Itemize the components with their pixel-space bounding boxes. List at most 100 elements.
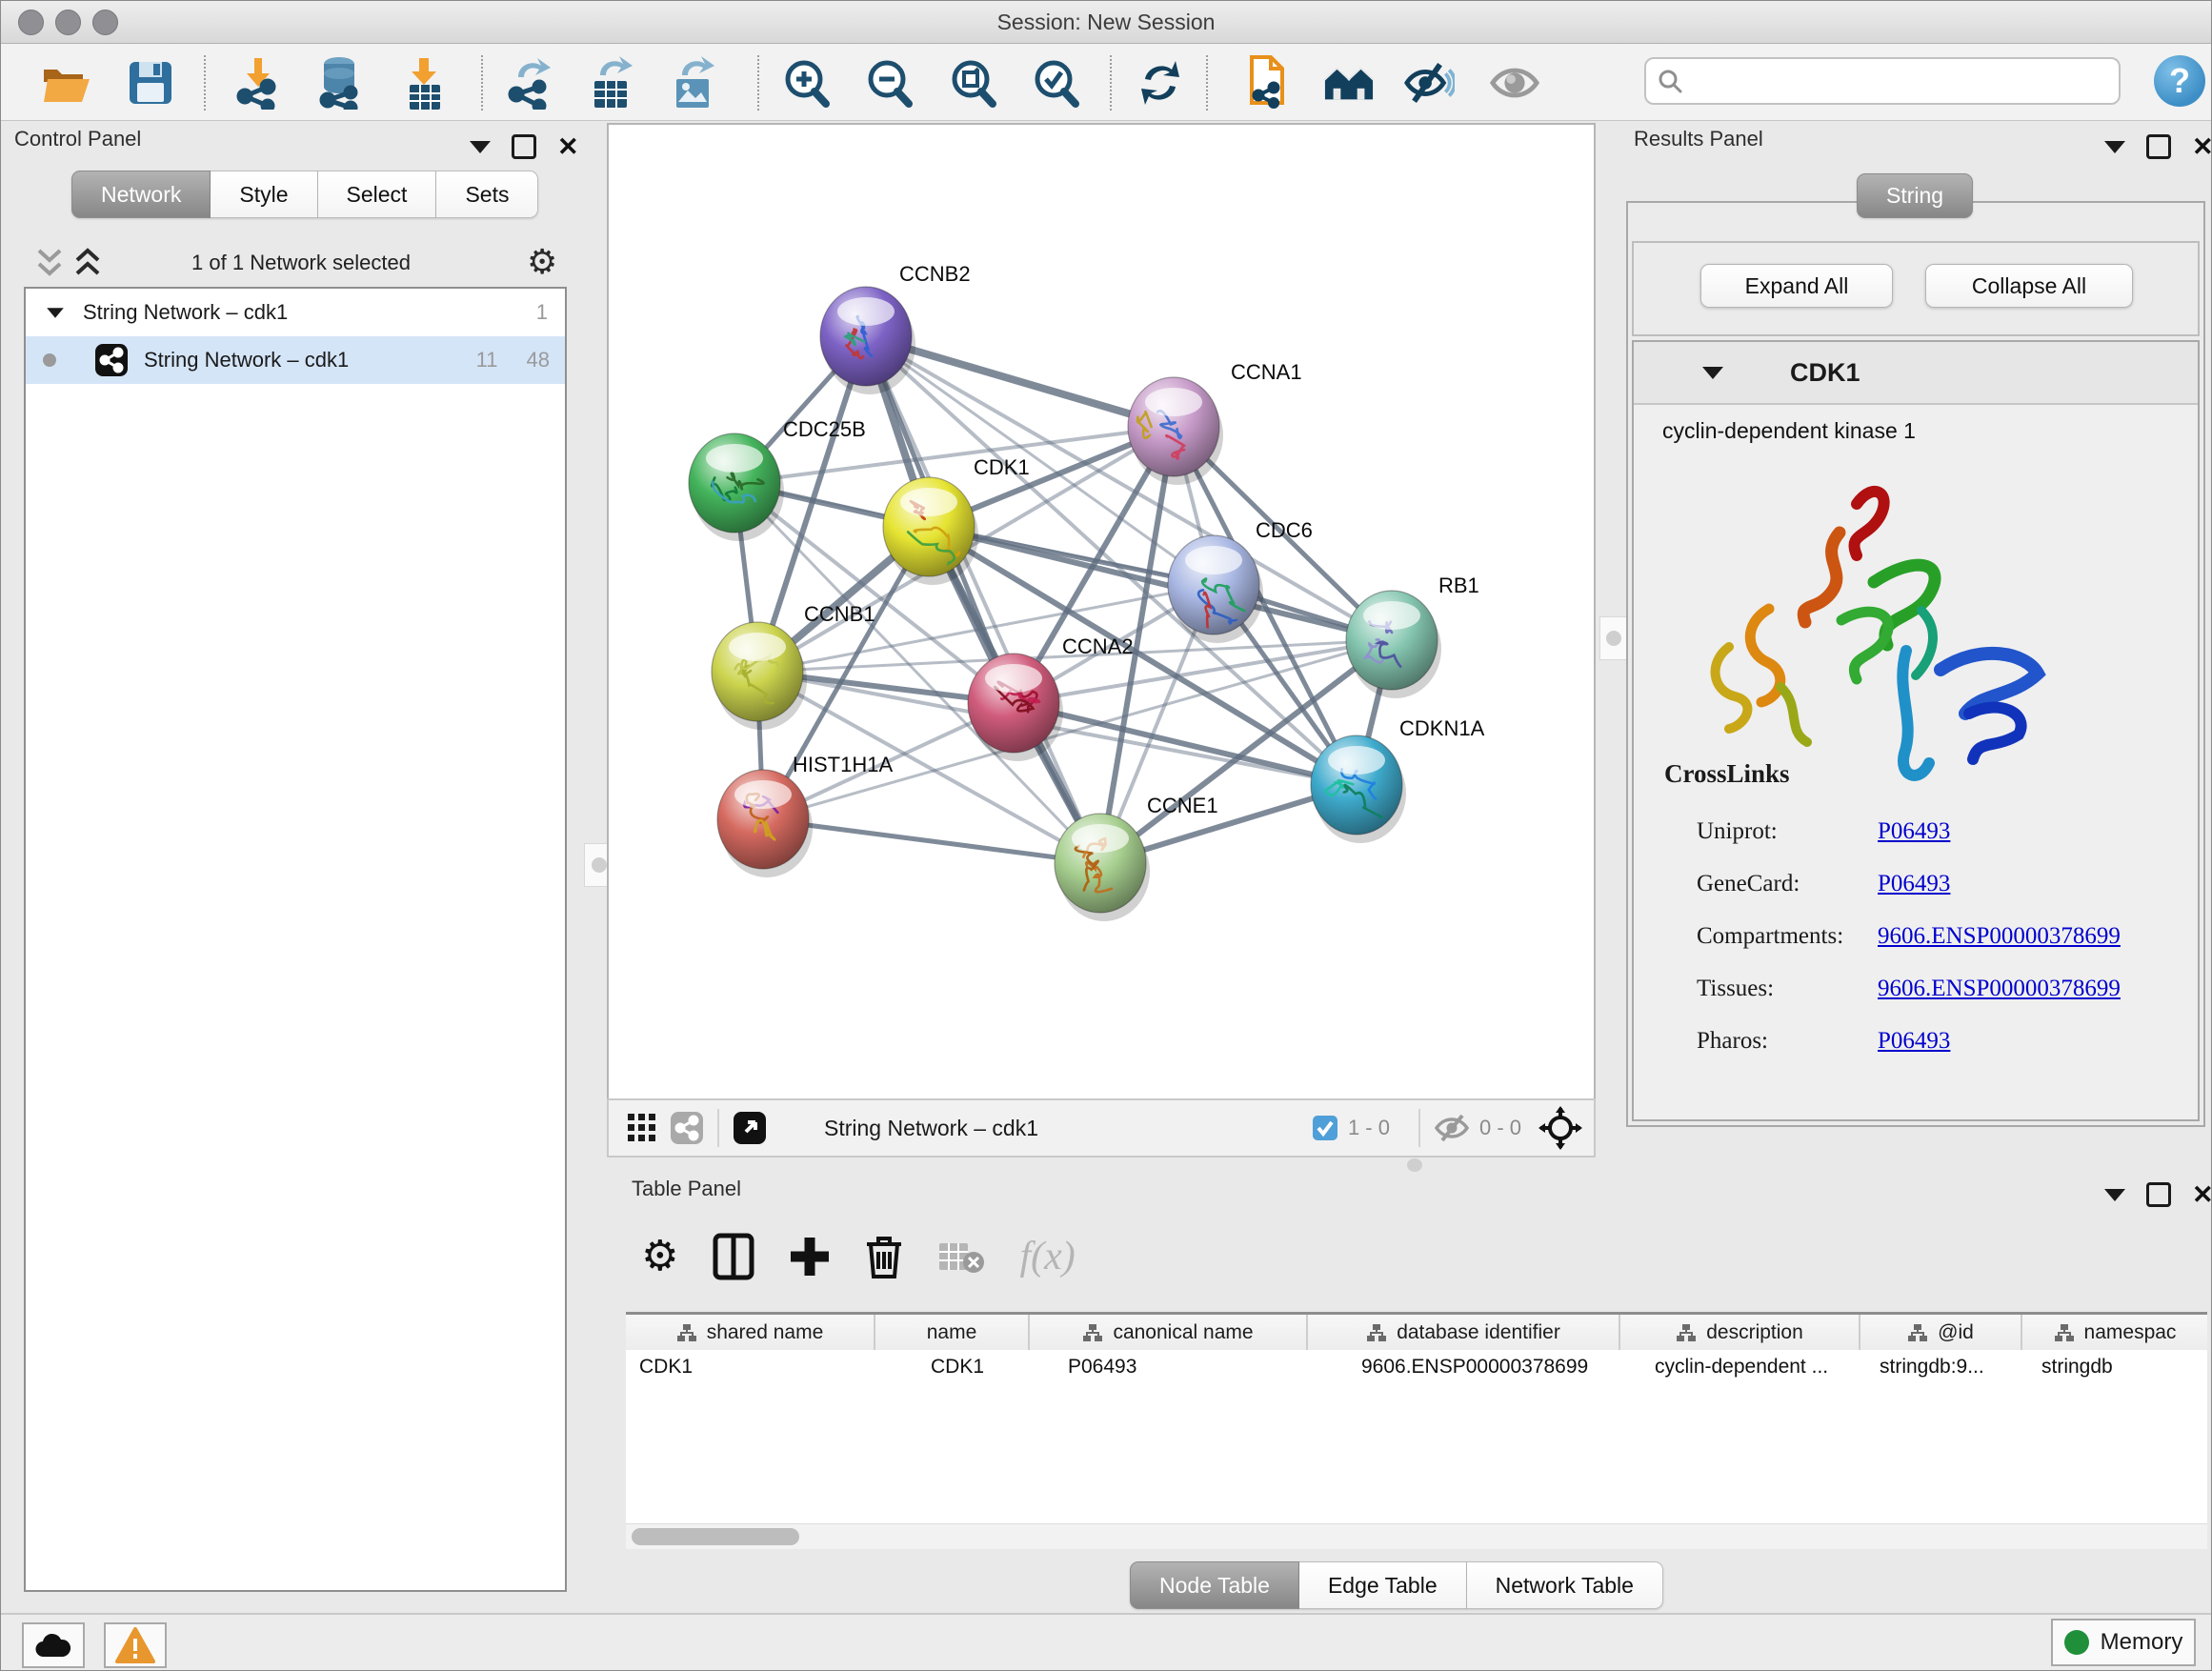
cloud-services-button[interactable]: [22, 1622, 85, 1668]
zoom-selected-button[interactable]: [1030, 57, 1081, 109]
collapse-protein-icon[interactable]: [1702, 367, 1723, 379]
tab-network-table[interactable]: Network Table: [1467, 1561, 1663, 1609]
export-table-button[interactable]: [586, 57, 637, 109]
column-type-icon: [1082, 1323, 1103, 1342]
crosslink-value-link[interactable]: P06493: [1878, 1015, 1950, 1067]
show-columns-icon[interactable]: [713, 1233, 754, 1280]
import-table-button[interactable]: [399, 57, 451, 109]
right-splitter-handle[interactable]: [1599, 616, 1628, 660]
selected-checkbox-icon[interactable]: [1312, 1115, 1338, 1141]
refresh-button[interactable]: [1135, 57, 1186, 109]
tab-style[interactable]: Style: [211, 171, 317, 218]
table-cell[interactable]: CDK1: [875, 1350, 1030, 1384]
collapse-all-button[interactable]: Collapse All: [1925, 264, 2133, 308]
zoom-out-button[interactable]: [863, 57, 915, 109]
float-panel-icon[interactable]: [2104, 141, 2125, 153]
delete-table-icon: [937, 1238, 985, 1276]
network-options-gear-icon[interactable]: ⚙: [527, 243, 557, 282]
detach-view-icon[interactable]: [733, 1111, 767, 1145]
column-header[interactable]: @id: [1860, 1315, 2022, 1351]
table-cell[interactable]: 9606.ENSP00000378699: [1308, 1350, 1620, 1384]
close-panel-icon[interactable]: ✕: [2192, 137, 2212, 156]
table-hscrollbar-thumb[interactable]: [632, 1528, 799, 1545]
crosslink-value-link[interactable]: 9606.ENSP00000378699: [1878, 962, 2121, 1015]
control-panel-controls: ✕: [470, 134, 579, 159]
table-cell[interactable]: cyclin-dependent ...: [1620, 1350, 1860, 1384]
show-all-button[interactable]: [1489, 57, 1540, 109]
expand-all-button[interactable]: Expand All: [1700, 264, 1893, 308]
import-network-database-button[interactable]: [313, 57, 365, 109]
crosslink-value-link[interactable]: P06493: [1878, 857, 1950, 910]
tab-edge-table[interactable]: Edge Table: [1299, 1561, 1467, 1609]
float-panel-icon[interactable]: [470, 141, 491, 153]
protein-card-header[interactable]: CDK1: [1634, 342, 2198, 405]
table-settings-gear-icon[interactable]: ⚙: [641, 1232, 678, 1280]
tab-select[interactable]: Select: [318, 171, 437, 218]
crosslink-row: Tissues: 9606.ENSP00000378699: [1697, 962, 2173, 1015]
network-view-canvas[interactable]: CCNB2CCNA1CDC25BCDK1CDC6RB1CCNB1CCNA2CDK…: [607, 123, 1596, 1100]
table-cell[interactable]: P06493: [1030, 1350, 1308, 1384]
collapse-all-networks-button[interactable]: [35, 247, 64, 281]
close-panel-icon[interactable]: ✕: [2192, 1185, 2212, 1204]
network-collection-row[interactable]: String Network – cdk1 1: [26, 289, 565, 336]
search-input[interactable]: [1644, 57, 2121, 105]
crosslink-label: Compartments:: [1697, 910, 1878, 962]
zoom-fit-button[interactable]: [947, 57, 998, 109]
open-session-button[interactable]: [41, 57, 92, 109]
app-window: Session: New Session: [0, 0, 2212, 1671]
collection-expand-icon[interactable]: [47, 308, 64, 317]
table-panel-header: Table Panel: [632, 1177, 741, 1201]
grid-view-icon[interactable]: [628, 1114, 656, 1142]
table-hscrollbar[interactable]: [626, 1523, 2207, 1549]
bottom-splitter-handle[interactable]: [1394, 1158, 1436, 1173]
maximize-panel-icon[interactable]: [512, 134, 536, 159]
network-selection-status: 1 of 1 Network selected: [144, 251, 458, 275]
memory-button[interactable]: Memory: [2051, 1619, 2196, 1666]
table-cell[interactable]: stringdb:9...: [1860, 1350, 2022, 1384]
open-in-string-button[interactable]: [1239, 57, 1291, 109]
close-window-button[interactable]: [18, 10, 44, 35]
tab-sets[interactable]: Sets: [436, 171, 538, 218]
table-row[interactable]: CDK1 CDK1 P06493 9606.ENSP00000378699 cy…: [626, 1350, 2207, 1384]
import-network-file-button[interactable]: [232, 57, 284, 109]
column-header[interactable]: namespac: [2022, 1315, 2207, 1351]
help-button[interactable]: ?: [2154, 55, 2205, 107]
save-session-button[interactable]: [125, 57, 176, 109]
warnings-button[interactable]: [104, 1622, 167, 1668]
column-header[interactable]: database identifier: [1308, 1315, 1620, 1351]
network-graph[interactable]: CCNB2CCNA1CDC25BCDK1CDC6RB1CCNB1CCNA2CDK…: [609, 125, 1590, 1095]
tab-node-table[interactable]: Node Table: [1130, 1561, 1299, 1609]
network-view-mode-icon[interactable]: [670, 1111, 704, 1145]
node-label: HIST1H1A: [793, 753, 893, 776]
crosslink-value-link[interactable]: P06493: [1878, 805, 1950, 857]
home-button[interactable]: [1323, 57, 1375, 109]
hidden-eye-icon[interactable]: [1434, 1114, 1470, 1142]
column-header[interactable]: shared name: [626, 1315, 875, 1351]
add-column-icon[interactable]: [789, 1236, 831, 1278]
minimize-window-button[interactable]: [55, 10, 81, 35]
hide-selected-button[interactable]: [1403, 57, 1455, 109]
tab-string[interactable]: String: [1857, 173, 1973, 218]
node-label: CDC6: [1256, 518, 1313, 542]
tab-network[interactable]: Network: [71, 171, 211, 218]
close-panel-icon[interactable]: ✕: [557, 137, 579, 156]
maximize-window-button[interactable]: [92, 10, 118, 35]
float-panel-icon[interactable]: [2104, 1189, 2125, 1201]
maximize-panel-icon[interactable]: [2146, 134, 2171, 159]
zoom-fit-icon: [948, 58, 997, 108]
birds-eye-view-icon[interactable]: [1538, 1106, 1582, 1150]
column-header[interactable]: description: [1620, 1315, 1860, 1351]
network-row-selected[interactable]: String Network – cdk1 11 48: [26, 336, 565, 384]
export-image-button[interactable]: [668, 57, 719, 109]
column-header[interactable]: name: [875, 1315, 1030, 1351]
table-cell[interactable]: CDK1: [626, 1350, 875, 1384]
expand-all-networks-button[interactable]: [73, 247, 102, 281]
zoom-in-button[interactable]: [780, 57, 832, 109]
crosslink-value-link[interactable]: 9606.ENSP00000378699: [1878, 910, 2121, 962]
table-cell[interactable]: stringdb: [2022, 1350, 2207, 1384]
column-header[interactable]: canonical name: [1030, 1315, 1308, 1351]
export-network-button[interactable]: [504, 57, 555, 109]
refresh-icon: [1136, 58, 1185, 108]
maximize-panel-icon[interactable]: [2146, 1182, 2171, 1207]
delete-column-icon[interactable]: [865, 1233, 903, 1280]
